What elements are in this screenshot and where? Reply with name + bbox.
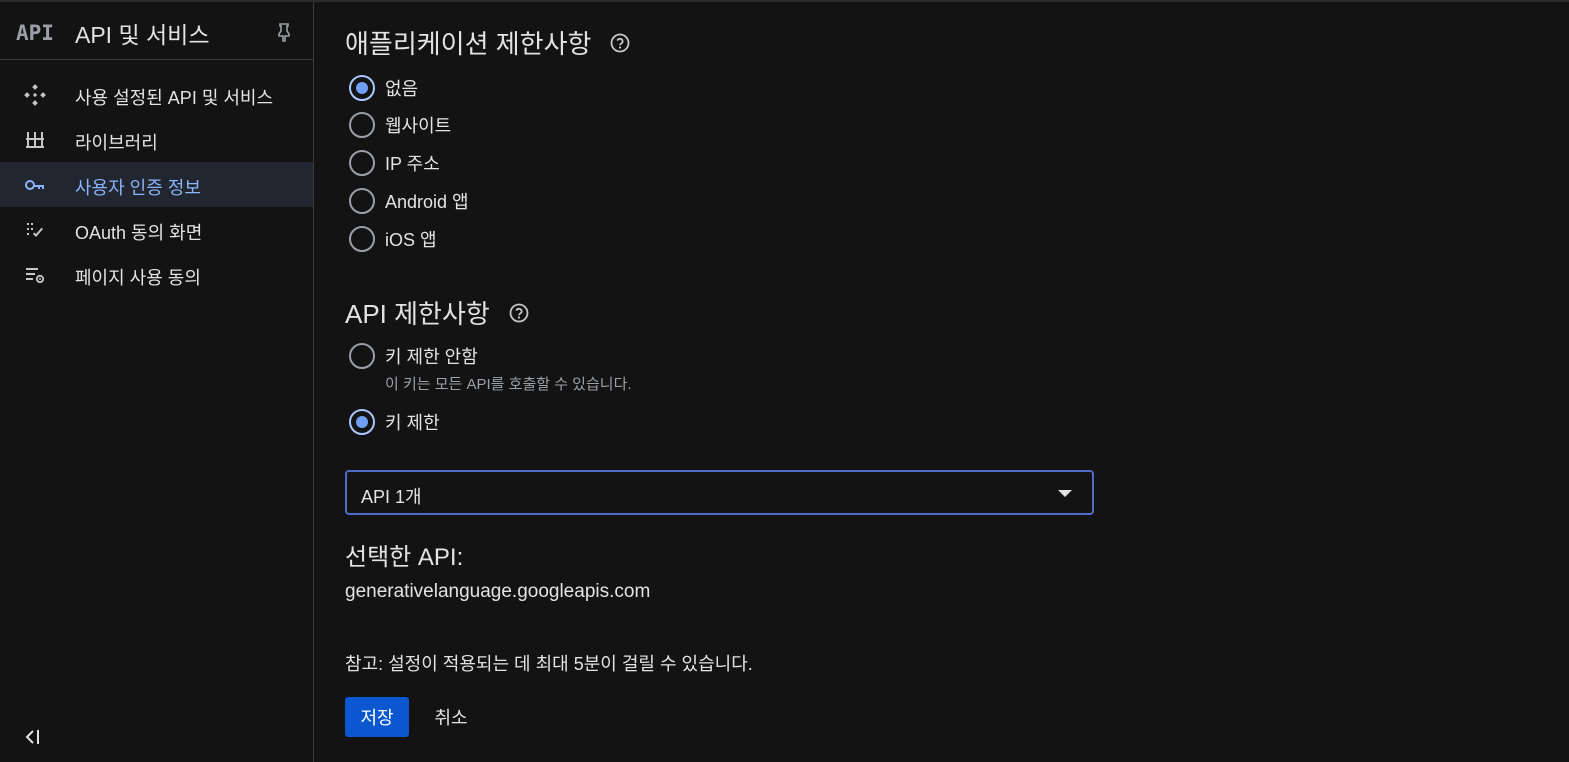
- select-value: API 1개: [361, 487, 422, 507]
- sidebar-item-page-consent[interactable]: 페이지 사용 동의: [0, 252, 313, 297]
- app-restrictions-title: 애플리케이션 제한사항: [345, 24, 631, 61]
- save-button[interactable]: 저장: [345, 697, 409, 737]
- selected-api-value: generativelanguage.googleapis.com: [345, 581, 651, 602]
- collapse-sidebar-icon[interactable]: [22, 726, 46, 748]
- radio-website[interactable]: 웹사이트: [349, 110, 451, 140]
- radio-restrict-key[interactable]: 키 제한: [349, 407, 440, 437]
- pin-icon[interactable]: [274, 22, 294, 42]
- sidebar-item-oauth[interactable]: OAuth 동의 화면: [0, 207, 313, 252]
- radio-button[interactable]: [349, 343, 375, 369]
- sidebar-item-label: 라이브러리: [75, 133, 158, 153]
- radio-button[interactable]: [349, 226, 375, 252]
- selected-api-title: 선택한 API:: [345, 544, 464, 571]
- oauth-icon: [27, 223, 43, 237]
- radio-button[interactable]: [349, 150, 375, 176]
- sidebar-title: API 및 서비스: [75, 22, 210, 48]
- sidebar-item-library[interactable]: 라이브러리: [0, 117, 313, 162]
- help-icon[interactable]: [609, 32, 631, 54]
- radio-button[interactable]: [349, 188, 375, 214]
- sidebar-item-credentials[interactable]: 사용자 인증 정보: [0, 162, 313, 207]
- radio-ios[interactable]: iOS 앱: [349, 224, 437, 254]
- api-select-dropdown[interactable]: API 1개: [345, 470, 1094, 515]
- radio-description: 이 키는 모든 API를 호출할 수 있습니다.: [385, 376, 632, 393]
- chevron-down-icon: [1058, 490, 1072, 497]
- main-content: 애플리케이션 제한사항 없음 웹사이트 IP 주소 Android 앱 iOS …: [345, 0, 1545, 762]
- radio-none[interactable]: 없음: [349, 73, 418, 103]
- svg-text:API: API: [16, 21, 54, 44]
- api-logo-icon: API: [16, 21, 54, 44]
- sidebar-item-label: 사용자 인증 정보: [75, 178, 201, 198]
- sidebar-nav: 사용 설정된 API 및 서비스 라이브러리 사용자 인증 정보 OAuth 동…: [0, 72, 313, 297]
- radio-android[interactable]: Android 앱: [349, 186, 469, 216]
- help-icon[interactable]: [508, 302, 530, 324]
- library-icon: [26, 132, 44, 148]
- sidebar-item-label: 페이지 사용 동의: [75, 268, 201, 288]
- radio-button[interactable]: [349, 112, 375, 138]
- sidebar-item-label: OAuth 동의 화면: [75, 223, 203, 243]
- radio-no-key-restriction[interactable]: 키 제한 안함: [349, 341, 478, 371]
- sidebar: API API 및 서비스 사용 설정된 API 및 서비스 라이브러리 사용자…: [0, 2, 314, 762]
- key-icon: [25, 180, 44, 190]
- settings-list-icon: [26, 268, 45, 284]
- sidebar-item-enabled-apis[interactable]: 사용 설정된 API 및 서비스: [0, 72, 313, 117]
- settings-note: 참고: 설정이 적용되는 데 최대 5분이 걸릴 수 있습니다.: [345, 654, 753, 674]
- cancel-button[interactable]: 취소: [421, 697, 481, 737]
- sidebar-item-label: 사용 설정된 API 및 서비스: [75, 88, 274, 108]
- api-restrictions-title: API 제한사항: [345, 294, 530, 331]
- radio-ip-address[interactable]: IP 주소: [349, 148, 440, 178]
- radio-button[interactable]: [349, 75, 375, 101]
- radio-button[interactable]: [349, 409, 375, 435]
- diamond-dots-icon: [24, 84, 46, 106]
- sidebar-header: API API 및 서비스: [0, 2, 314, 60]
